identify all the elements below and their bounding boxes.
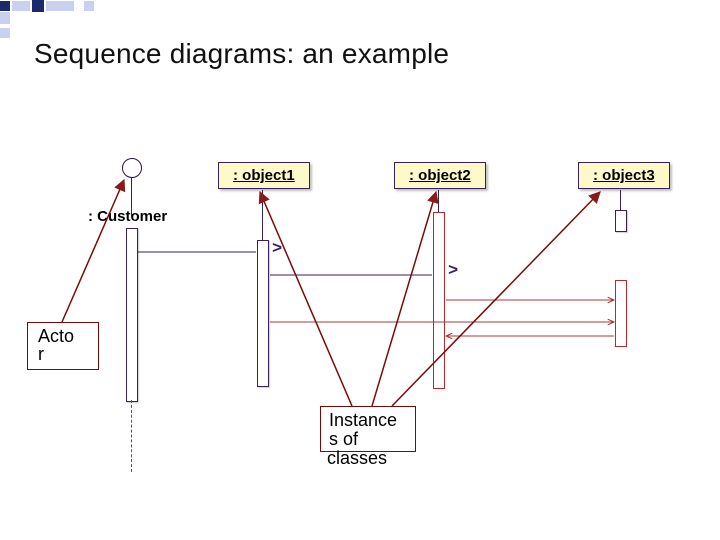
message-chevron-2: >: [448, 262, 458, 281]
callout-instances-line2: s of: [329, 429, 358, 449]
object1-activation: [257, 240, 269, 387]
message-chevron-1: >: [272, 240, 282, 259]
slide-decoration-side: [0, 12, 10, 38]
object2-activation: [433, 212, 445, 389]
object2-lifeline: [438, 190, 439, 212]
object2-header: : object2: [394, 162, 486, 189]
object1-lifeline: [262, 190, 263, 240]
actor-lifeline-upper: [131, 178, 132, 218]
actor-activation: [126, 228, 138, 402]
callout-instances-line3: classes: [327, 448, 387, 469]
slide-decoration-top: [0, 0, 94, 12]
actor-lifeline-dashed: [131, 400, 132, 472]
object1-header: : object1: [218, 162, 310, 189]
object3-lifeline: [620, 190, 621, 210]
callout-instances: Instance s of: [320, 406, 416, 452]
callout-actor-line2: r: [38, 344, 44, 364]
object3-activation-top: [615, 210, 627, 232]
callout-actor-line1: Acto: [38, 326, 74, 346]
object3-activation-red: [615, 280, 627, 347]
callout-actor: Acto r: [27, 322, 99, 370]
diagram-stage: : Customer : object1 : object2 : object3…: [0, 100, 720, 530]
object3-header: : object3: [578, 162, 670, 189]
actor-label: : Customer: [88, 208, 167, 225]
actor-icon: [122, 158, 142, 178]
callout-instances-line1: Instance: [329, 410, 397, 430]
slide-title: Sequence diagrams: an example: [34, 38, 449, 70]
